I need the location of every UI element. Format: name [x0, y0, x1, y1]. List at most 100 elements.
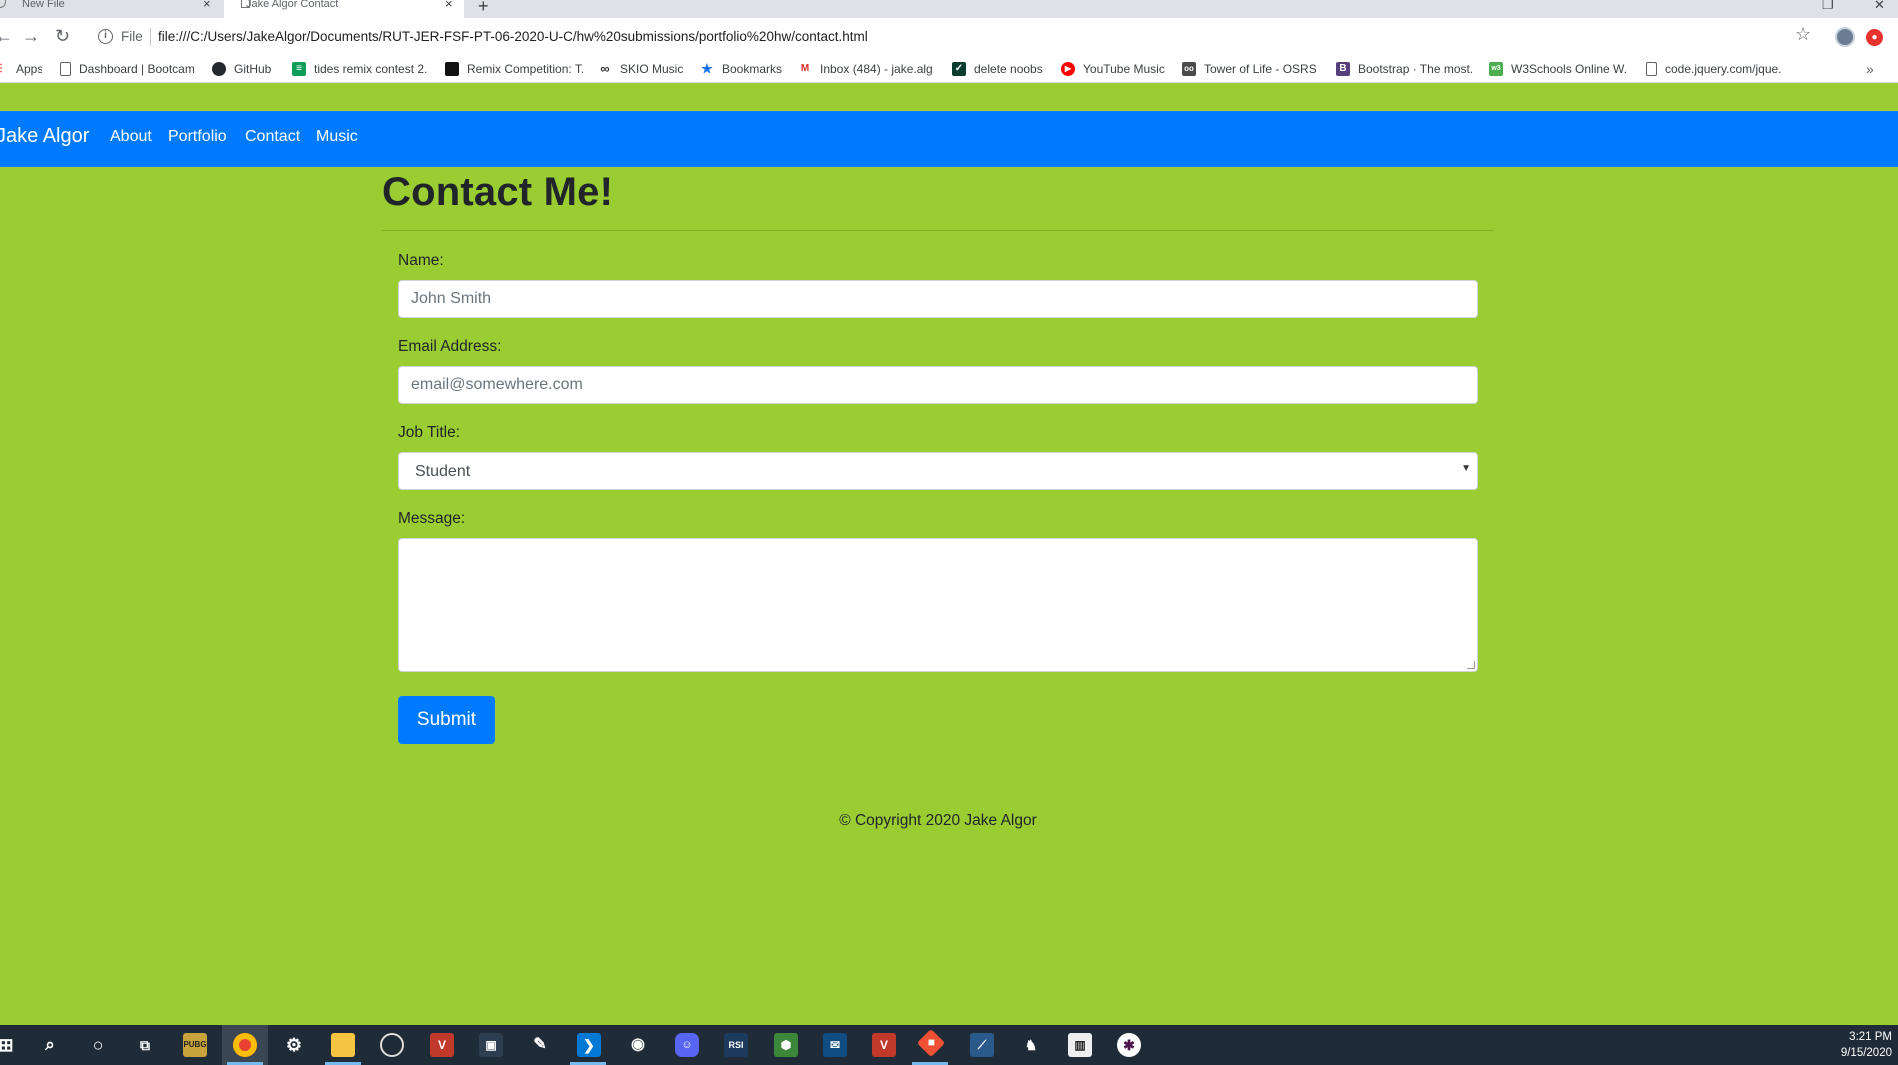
bookmark-delete-noobs[interactable]: ✓ delete noobs [952, 62, 1046, 76]
browser-tab-new-file[interactable]: New File × [0, 0, 222, 18]
chevron-down-icon: ▼ [1461, 463, 1471, 474]
back-arrow-icon[interactable]: ← [0, 26, 13, 46]
apps-grid-icon: ⋮ [0, 62, 8, 76]
bookmark-star-icon[interactable]: ☆ [1795, 24, 1811, 45]
name-input[interactable] [398, 280, 1478, 318]
git-icon[interactable]: ◆ [916, 1028, 946, 1058]
bookmark-bookmarks[interactable]: ★ Bookmarks [700, 62, 786, 76]
nav-link-music[interactable]: Music [316, 128, 358, 146]
nav-link-about[interactable]: About [110, 128, 152, 146]
restore-window-icon[interactable]: ❐ [1822, 0, 1834, 13]
browser-tabstrip: New File × Jake Algor Contact × + ❐ ✕ [0, 0, 1898, 18]
bookmark-dashboard[interactable]: Dashboard | Bootcamp [60, 62, 194, 76]
piano-icon[interactable]: ▥ [1068, 1033, 1092, 1057]
bookmark-jquery[interactable]: code.jquery.com/jque... [1646, 62, 1782, 76]
steam-icon[interactable]: ◉ [626, 1033, 650, 1057]
tab-close-icon[interactable]: × [445, 0, 453, 10]
github-icon [212, 62, 226, 76]
cortana-icon[interactable]: ○ [86, 1033, 110, 1057]
bookmark-label: delete noobs [974, 62, 1043, 76]
bookmark-youtube-music[interactable]: ▶ YouTube Music [1061, 62, 1169, 76]
discord-alt-icon[interactable] [380, 1033, 404, 1057]
kiwi-icon[interactable]: ♞ [1019, 1033, 1043, 1057]
vivaldi-icon[interactable]: V [430, 1033, 454, 1057]
osrs-icon: oo [1182, 62, 1196, 76]
nav-link-portfolio[interactable]: Portfolio [168, 128, 227, 146]
ssms-icon[interactable]: ⟋ [970, 1033, 994, 1057]
extension-icon[interactable]: ● [1866, 29, 1883, 46]
bookmark-github[interactable]: GitHub [212, 62, 282, 76]
submit-button[interactable]: Submit [398, 696, 495, 744]
bookmark-label: GitHub [234, 62, 272, 76]
bookmark-label: Tower of Life - OSRS [1204, 62, 1316, 76]
browser-tab-contact[interactable]: Jake Algor Contact × [224, 0, 464, 18]
site-navbar: Jake Algor About Portfolio Contact Music [0, 111, 1898, 167]
bookmark-label: Inbox (484) - jake.alg... [820, 62, 934, 76]
vscode-icon[interactable]: ❯ [577, 1033, 601, 1057]
youtube-music-icon: ▶ [1061, 62, 1075, 76]
task-view-icon[interactable]: ⧉ [133, 1033, 157, 1057]
bookmark-label: W3Schools Online W... [1511, 62, 1627, 76]
tab-title: New File [22, 0, 65, 10]
windows-taskbar: ⊞ ⌕ ○ ⧉ PUBG ⚙ V ▣ ✎ ❯ ◉ ☺ RSI ⬢ ✉ V ◆ ⟋… [0, 1025, 1898, 1065]
address-bar[interactable]: i File file:///C:/Users/JakeAlgor/Docume… [88, 22, 1813, 52]
address-separator [150, 28, 151, 46]
job-title-label: Job Title: [398, 424, 461, 441]
mail-icon[interactable]: ✉ [823, 1033, 847, 1057]
bookmark-label: SKIO Music [620, 62, 684, 76]
slack-icon[interactable]: ✱ [1117, 1033, 1141, 1057]
email-label: Email Address: [398, 338, 502, 355]
rsi-icon[interactable]: RSI [724, 1033, 748, 1057]
bookmark-remix[interactable]: Remix Competition: T... [445, 62, 583, 76]
nodejs-icon[interactable]: ⬢ [774, 1033, 798, 1057]
close-window-icon[interactable]: ✕ [1874, 0, 1885, 13]
discord-icon[interactable]: ☺ [675, 1033, 699, 1057]
skio-icon: ∞ [598, 62, 612, 76]
bookmark-tides[interactable]: ≡ tides remix contest 2... [292, 62, 428, 76]
page-icon [60, 62, 71, 76]
tab-favicon-icon [0, 0, 6, 8]
profile-avatar[interactable] [1835, 27, 1855, 47]
forward-arrow-icon[interactable]: → [22, 26, 40, 46]
bookmarks-bar: ⋮ Apps Dashboard | Bootcamp GitHub ≡ tides… [0, 56, 1898, 82]
bookmark-skio[interactable]: ∞ SKIO Music [598, 62, 686, 76]
steelseries-icon[interactable]: ⚙ [282, 1033, 306, 1057]
chrome-icon[interactable] [233, 1033, 257, 1057]
navbar-brand[interactable]: Jake Algor [0, 125, 89, 148]
nav-link-contact[interactable]: Contact [245, 128, 300, 146]
bookmark-w3schools[interactable]: w3 W3Schools Online W... [1489, 62, 1627, 76]
reload-icon[interactable]: ↻ [55, 26, 70, 46]
game-icon[interactable]: ▣ [479, 1033, 503, 1057]
job-title-select[interactable]: Student ▼ [398, 452, 1478, 490]
tab-favicon-icon [241, 0, 250, 8]
bookmark-osrs[interactable]: oo Tower of Life - OSRS [1182, 62, 1316, 76]
windows-start-icon[interactable]: ⊞ [0, 1033, 18, 1057]
name-label: Name: [398, 252, 444, 269]
sheets-icon: ≡ [292, 62, 306, 76]
blender-icon[interactable]: ✎ [528, 1033, 552, 1057]
title-divider [382, 230, 1494, 231]
address-url[interactable]: file:///C:/Users/JakeAlgor/Documents/RUT… [158, 29, 868, 44]
w3schools-icon: w3 [1489, 62, 1503, 76]
email-input[interactable] [398, 366, 1478, 404]
bookmark-inbox[interactable]: M Inbox (484) - jake.alg... [798, 62, 934, 76]
resize-handle-icon[interactable] [1467, 661, 1475, 669]
bookmark-label: YouTube Music [1083, 62, 1165, 76]
bookmark-label: Apps [16, 62, 42, 76]
info-icon[interactable]: i [98, 29, 113, 44]
search-icon[interactable]: ⌕ [38, 1033, 62, 1057]
tab-close-icon[interactable]: × [203, 0, 211, 10]
more-bookmarks-icon[interactable]: » [1866, 61, 1874, 77]
bookmark-apps[interactable]: ⋮ Apps [0, 62, 42, 76]
vivaldi-icon-2[interactable]: V [872, 1033, 896, 1057]
bookmark-label: Bookmarks [722, 62, 783, 76]
bookmark-bootstrap[interactable]: B Bootstrap · The most... [1336, 62, 1472, 76]
new-tab-button[interactable]: + [478, 0, 489, 17]
pubg-icon[interactable]: PUBG [183, 1033, 207, 1057]
message-textarea[interactable] [398, 538, 1478, 672]
bookmark-label: tides remix contest 2... [314, 62, 428, 76]
taskbar-clock[interactable]: 3:21 PM 9/15/2020 [1830, 1029, 1892, 1061]
browser-toolbar: ← → ↻ i File file:///C:/Users/JakeAlgor/… [0, 18, 1898, 56]
bookmark-label: Remix Competition: T... [467, 62, 583, 76]
file-explorer-icon[interactable] [331, 1033, 355, 1057]
